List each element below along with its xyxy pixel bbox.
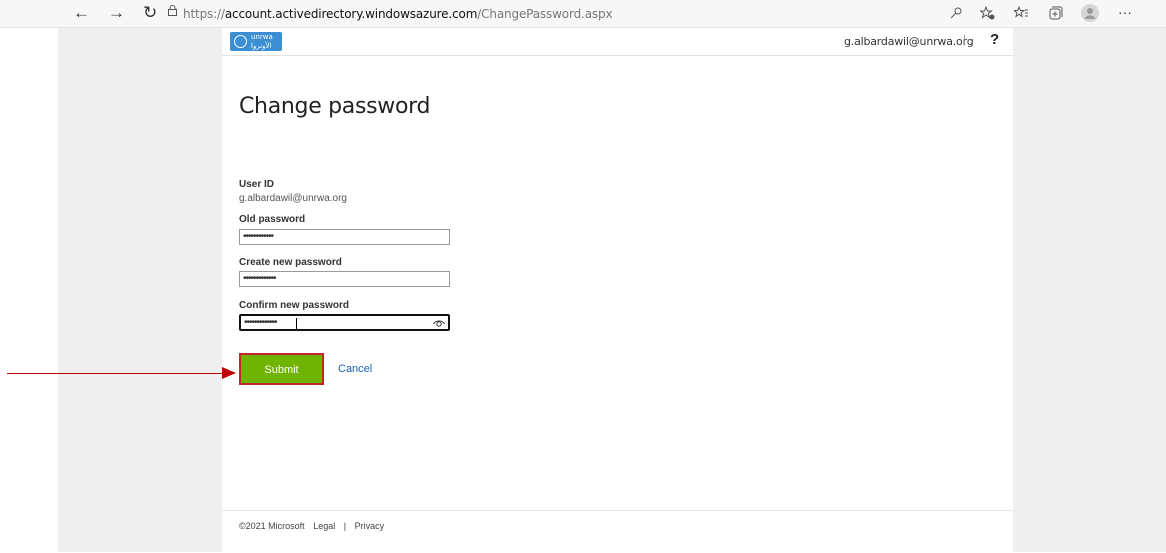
left-margin	[58, 28, 222, 552]
address-bar[interactable]: https://account.activedirectory.windowsa…	[183, 6, 613, 22]
collections-icon[interactable]	[1049, 6, 1063, 20]
new-password-value: •••••••••••••	[243, 273, 277, 284]
help-button[interactable]: ?	[990, 31, 999, 48]
logo-text-arabic: الأونروا	[251, 42, 272, 50]
favorites-icon[interactable]	[1014, 6, 1029, 20]
url-prefix: https://	[183, 7, 225, 21]
key-icon[interactable]	[950, 7, 962, 19]
old-password-label: Old password	[239, 214, 306, 225]
back-icon[interactable]: ←	[73, 3, 90, 23]
reveal-password-icon[interactable]	[433, 318, 445, 328]
page-header: unrwa الأونروا g.albardawil@unrwa.org | …	[222, 28, 1013, 56]
more-options-icon[interactable]: ···	[1118, 2, 1132, 22]
new-password-field[interactable]: •••••••••••••	[239, 271, 450, 287]
new-password-label: Create new password	[239, 257, 342, 268]
page-title: Change password	[239, 94, 431, 119]
profile-avatar-icon[interactable]	[1081, 4, 1099, 22]
submit-button[interactable]: Submit	[239, 353, 324, 385]
privacy-link[interactable]: Privacy	[355, 521, 385, 531]
add-favorite-icon[interactable]	[980, 6, 995, 20]
footer-separator: |	[343, 521, 347, 531]
lock-icon[interactable]	[168, 5, 177, 16]
annotation-arrow-head-icon	[222, 367, 236, 379]
old-password-value: ••••••••••••	[243, 231, 274, 242]
copyright-text: ©2021 Microsoft	[239, 521, 305, 531]
cancel-link[interactable]: Cancel	[338, 363, 372, 375]
user-id-label: User ID	[239, 179, 275, 190]
text-caret	[296, 318, 297, 329]
confirm-password-field[interactable]: •••••••••••••	[239, 314, 450, 331]
url-path: /ChangePassword.aspx	[477, 7, 613, 21]
browser-toolbar: ← → ↻ https://account.activedirectory.wi…	[0, 0, 1166, 28]
signed-in-user[interactable]: g.albardawil@unrwa.org	[844, 35, 974, 48]
legal-link[interactable]: Legal	[313, 521, 335, 531]
annotation-arrow-line	[7, 373, 227, 374]
header-separator: |	[963, 34, 966, 46]
old-password-field[interactable]: ••••••••••••	[239, 229, 450, 245]
refresh-icon[interactable]: ↻	[143, 3, 157, 23]
url-host: account.activedirectory.windowsazure.com	[224, 7, 478, 21]
un-emblem-icon	[234, 35, 247, 48]
page-footer: ©2021 Microsoft Legal | Privacy	[222, 510, 1013, 553]
confirm-password-value: •••••••••••••	[244, 317, 278, 328]
logo-text: unrwa	[251, 33, 273, 41]
forward-icon[interactable]: →	[108, 3, 125, 23]
change-password-page: unrwa الأونروا g.albardawil@unrwa.org | …	[222, 28, 1013, 552]
unrwa-logo: unrwa الأونروا	[230, 32, 282, 51]
right-margin	[1013, 28, 1166, 552]
user-id-value: g.albardawil@unrwa.org	[239, 193, 347, 204]
confirm-password-label: Confirm new password	[239, 300, 350, 311]
